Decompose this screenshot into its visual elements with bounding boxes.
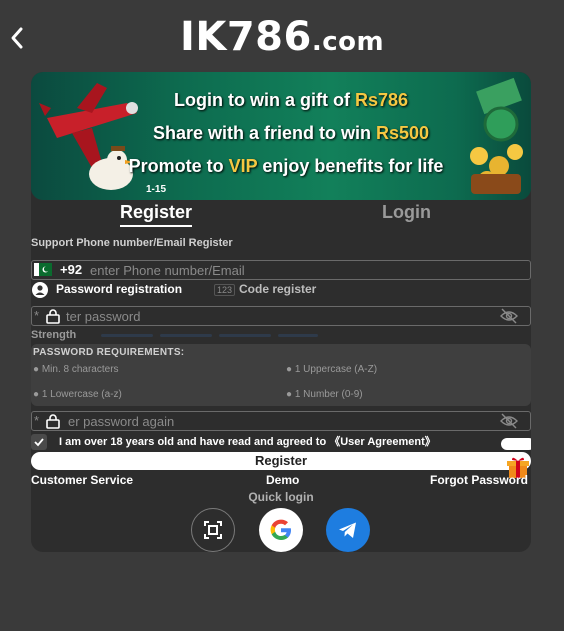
eye-off-icon[interactable] — [500, 413, 518, 429]
banner-line1-text: Login to win a gift of — [173, 90, 355, 110]
logo-suffix: .com — [311, 27, 385, 57]
banner-line3-text: Promote to — [128, 156, 229, 176]
logo-main: IK786 — [179, 14, 312, 60]
scan-icon — [204, 521, 222, 539]
telegram-login-button[interactable] — [326, 508, 370, 552]
support-register-label: Support Phone number/Email Register — [31, 237, 233, 249]
float-pill[interactable] — [501, 438, 531, 450]
strength-bar-4 — [278, 334, 318, 337]
country-code[interactable]: +92 — [60, 262, 82, 277]
strength-bar-1 — [101, 334, 153, 337]
confirm-password-input[interactable] — [68, 412, 488, 430]
code-icon: 123 — [214, 284, 236, 296]
strength-label: Strength — [31, 329, 77, 341]
promo-banner[interactable]: Login to win a gift of Rs786 Share with … — [31, 72, 531, 200]
req-upper-text: 1 Uppercase (A-Z) — [294, 364, 378, 375]
customer-service-link[interactable]: Customer Service — [31, 473, 133, 487]
quick-login-label: Quick login — [248, 490, 314, 504]
scan-login-button[interactable] — [191, 508, 235, 552]
lock-icon — [46, 414, 60, 429]
password-registration-option[interactable]: Password registration — [56, 282, 182, 296]
demo-link[interactable]: Demo — [266, 473, 299, 487]
req-lower-text: 1 Lowercase (a-z) — [41, 389, 122, 400]
tab-register[interactable]: Register — [120, 202, 192, 223]
site-logo: IK786.com — [0, 14, 564, 60]
banner-page-indicator: 1-15 — [146, 184, 167, 195]
password-field[interactable]: * — [31, 306, 531, 326]
phone-input[interactable] — [90, 261, 510, 279]
coins-illustration-icon — [470, 77, 523, 194]
req-min-text: Min. 8 characters — [41, 364, 119, 375]
agreement-checkbox[interactable] — [31, 434, 47, 450]
strength-bar-3 — [219, 334, 271, 337]
google-icon — [270, 519, 291, 540]
requirements-title: PASSWORD REQUIREMENTS: — [33, 347, 185, 358]
user-circle-icon — [32, 282, 48, 298]
eye-off-icon[interactable] — [500, 308, 518, 324]
password-required-mark: * — [34, 308, 40, 323]
tab-active-underline — [120, 225, 192, 227]
banner-line2-amount: Rs500 — [375, 123, 430, 143]
strength-bar-2 — [160, 334, 212, 337]
check-icon — [34, 438, 44, 447]
confirm-required-mark: * — [34, 413, 40, 428]
google-login-button[interactable] — [259, 508, 303, 552]
req-lowercase: ● 1 Lowercase (a-z) — [33, 389, 122, 400]
banner-line1-amount: Rs786 — [354, 90, 408, 110]
lock-icon — [46, 309, 60, 324]
forgot-password-link[interactable]: Forgot Password — [430, 473, 528, 487]
code-register-option[interactable]: Code register — [239, 282, 316, 296]
banner-line3-vip: VIP — [228, 156, 258, 176]
confirm-password-field[interactable]: * — [31, 411, 531, 431]
auth-tabs: Register Login — [31, 200, 531, 230]
agreement-text[interactable]: I am over 18 years old and have read and… — [59, 433, 436, 449]
banner-line-2: Share with a friend to win Rs500 — [131, 123, 451, 144]
banner-line2-text: Share with a friend to win — [152, 123, 376, 143]
req-uppercase: ● 1 Uppercase (A-Z) — [286, 364, 378, 375]
password-input[interactable] — [66, 307, 486, 325]
phone-field[interactable]: +92 — [31, 260, 531, 280]
password-requirements: PASSWORD REQUIREMENTS: ● Min. 8 characte… — [31, 344, 531, 406]
banner-line-3: Promote to VIP enjoy benefits for life — [111, 156, 461, 177]
req-min-length: ● Min. 8 characters — [33, 364, 119, 375]
tab-login[interactable]: Login — [382, 202, 431, 223]
banner-line3-suffix: enjoy benefits for life — [257, 156, 444, 176]
pakistan-flag-icon — [34, 263, 52, 276]
banner-line-1: Login to win a gift of Rs786 — [131, 90, 451, 111]
register-button[interactable]: Register — [31, 452, 531, 470]
telegram-icon — [339, 522, 356, 538]
req-number-text: 1 Number (0-9) — [294, 389, 363, 400]
register-card: Login to win a gift of Rs786 Share with … — [31, 72, 531, 552]
req-number: ● 1 Number (0-9) — [286, 389, 363, 400]
